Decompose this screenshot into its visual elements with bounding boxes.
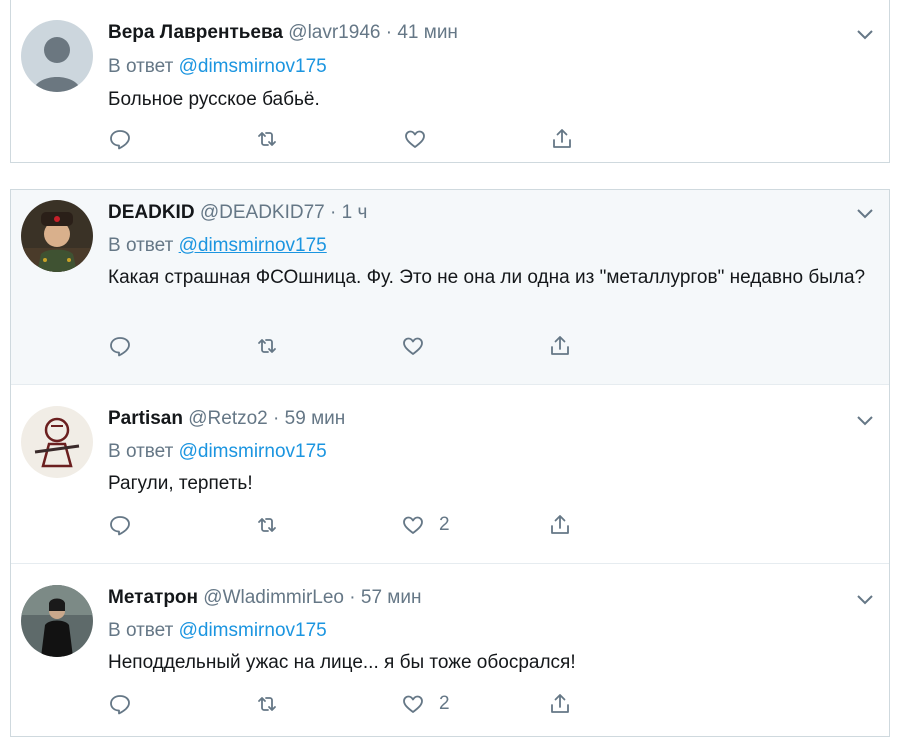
tweet-card: Вера Лаврентьева @lavr1946 · 41 мин В от… <box>10 0 890 163</box>
reply-icon <box>110 516 130 536</box>
share-icon <box>551 336 569 355</box>
author-handle[interactable]: @Retzo2 <box>188 408 268 429</box>
reply-context: В ответ @dimsmirnov175 <box>108 235 327 257</box>
avatar-deadkid[interactable] <box>21 200 93 272</box>
reply-context: В ответ @dimsmirnov175 <box>108 620 327 642</box>
reply-icon <box>110 130 130 150</box>
tweet-header: Вера Лаврентьева @lavr1946 · 41 мин <box>108 22 458 44</box>
reply-context: В ответ @dimsmirnov175 <box>108 441 327 463</box>
tweet[interactable]: Вера Лаврентьева @lavr1946 · 41 мин В от… <box>11 0 889 162</box>
retweet-icon <box>258 697 276 711</box>
like-count: 2 <box>439 693 450 714</box>
reply-icon <box>110 337 130 357</box>
retweet-button[interactable] <box>255 513 279 537</box>
reply-prefix: В ответ <box>108 235 174 256</box>
retweet-icon <box>258 339 276 353</box>
tweet-text: Больное русское бабьё. <box>108 89 320 110</box>
tweet[interactable]: Метатрон @WladimmirLeo · 57 мин В ответ … <box>11 563 889 736</box>
reply-icon <box>110 695 130 715</box>
reply-mention-link[interactable]: @dimsmirnov175 <box>179 441 327 462</box>
conversation-card: DEADKID @DEADKID77 · 1 ч В ответ @dimsmi… <box>10 189 890 737</box>
author-handle[interactable]: @lavr1946 <box>288 22 380 43</box>
tweet-actions: 2 <box>108 692 628 720</box>
author-handle[interactable]: @WladimmirLeo <box>203 587 344 608</box>
timestamp[interactable]: 57 мин <box>361 587 422 608</box>
retweet-icon <box>258 518 276 532</box>
separator-dot: · <box>273 408 280 429</box>
reply-context: В ответ @dimsmirnov175 <box>108 56 327 78</box>
tweet-text: Рагули, терпеть! <box>108 473 253 494</box>
tweet-text: Какая страшная ФСОшница. Фу. Это не она … <box>108 267 866 288</box>
like-button[interactable]: 2 <box>401 513 450 537</box>
retweet-icon <box>258 132 276 146</box>
timestamp[interactable]: 41 мин <box>397 22 458 43</box>
retweet-button[interactable] <box>255 692 279 716</box>
share-button[interactable] <box>550 127 574 151</box>
avatar-partisan[interactable] <box>21 406 93 478</box>
share-button[interactable] <box>548 334 572 358</box>
tweet-header: DEADKID @DEADKID77 · 1 ч <box>108 202 367 224</box>
author-handle[interactable]: @DEADKID77 <box>200 202 325 223</box>
reply-button[interactable] <box>108 513 132 537</box>
share-icon <box>553 129 571 148</box>
separator-dot: · <box>385 22 393 43</box>
timestamp[interactable]: 59 мин <box>285 408 346 429</box>
separator-dot: · <box>330 202 337 223</box>
tweet-actions: 2 <box>108 513 628 541</box>
tweet-header: Метатрон @WladimmirLeo · 57 мин <box>108 587 421 609</box>
like-icon <box>405 130 425 148</box>
reply-mention-link[interactable]: @dimsmirnov175 <box>179 56 327 77</box>
like-button[interactable]: 2 <box>401 692 450 716</box>
reply-mention-link[interactable]: @dimsmirnov175 <box>179 235 327 256</box>
separator-dot: · <box>349 587 356 608</box>
share-icon <box>551 694 569 713</box>
tweet-header: Partisan @Retzo2 · 59 мин <box>108 408 345 430</box>
retweet-button[interactable] <box>255 334 279 358</box>
reply-button[interactable] <box>108 334 132 358</box>
timestamp[interactable]: 1 ч <box>342 202 368 223</box>
like-icon <box>403 516 423 534</box>
author-name[interactable]: DEADKID <box>108 202 195 223</box>
tweet[interactable]: Partisan @Retzo2 · 59 мин В ответ @dimsm… <box>11 384 889 563</box>
avatar-metatron[interactable] <box>21 585 93 657</box>
author-name[interactable]: Partisan <box>108 408 183 429</box>
chevron-down-icon[interactable] <box>857 416 873 426</box>
like-button[interactable] <box>401 334 439 358</box>
like-icon <box>403 337 423 355</box>
like-icon <box>403 695 423 713</box>
tweet-actions <box>108 127 628 155</box>
tweet-actions <box>108 334 628 362</box>
chevron-down-icon[interactable] <box>857 30 873 40</box>
reply-button[interactable] <box>108 692 132 716</box>
tweet[interactable]: DEADKID @DEADKID77 · 1 ч В ответ @dimsmi… <box>11 190 889 384</box>
share-icon <box>551 515 569 534</box>
reply-mention-link[interactable]: @dimsmirnov175 <box>179 620 327 641</box>
tweet-text: Неподдельный ужас на лице... я бы тоже о… <box>108 652 576 673</box>
reply-button[interactable] <box>108 127 132 151</box>
retweet-button[interactable] <box>255 127 279 151</box>
chevron-down-icon[interactable] <box>857 595 873 605</box>
like-button[interactable] <box>403 127 441 151</box>
author-name[interactable]: Вера Лаврентьева <box>108 22 283 43</box>
reply-prefix: В ответ <box>108 56 174 77</box>
chevron-down-icon[interactable] <box>857 209 873 219</box>
share-button[interactable] <box>548 513 572 537</box>
reply-prefix: В ответ <box>108 441 174 462</box>
like-count: 2 <box>439 514 450 535</box>
author-name[interactable]: Метатрон <box>108 587 198 608</box>
avatar-default[interactable] <box>21 20 93 92</box>
reply-prefix: В ответ <box>108 620 174 641</box>
share-button[interactable] <box>548 692 572 716</box>
